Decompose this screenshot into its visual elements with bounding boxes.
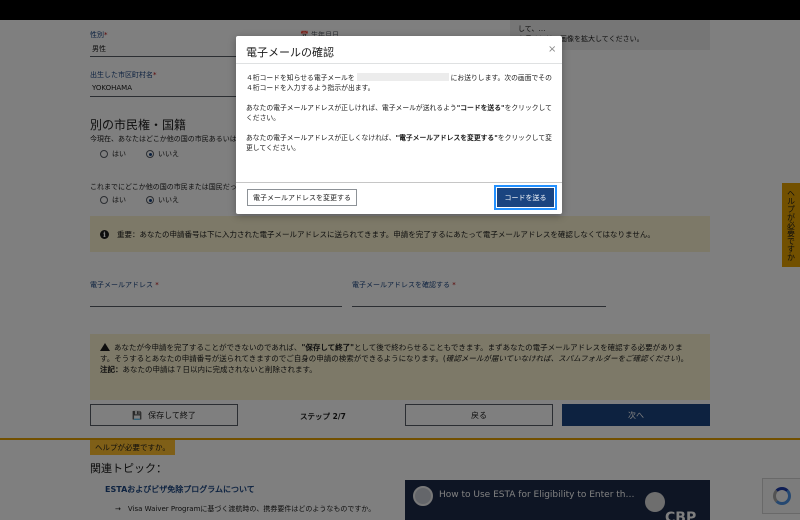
modal-paragraph-3: あなたの電子メールアドレスが正しくなければ、"電子メールアドレスを変更する"をク… xyxy=(246,134,552,152)
modal-header: 電子メールの確認 × xyxy=(236,36,562,64)
change-email-button[interactable]: 電子メールアドレスを変更する xyxy=(247,189,357,206)
modal-paragraph-1: ４桁コードを知らせる電子メールを にお送りします。次の画面でその４桁コードを入力す… xyxy=(246,73,552,92)
modal-body: ４桁コードを知らせる電子メールを にお送りします。次の画面でその４桁コードを入力す… xyxy=(236,65,562,182)
redacted-email xyxy=(356,73,449,81)
send-code-button[interactable]: コードを送る xyxy=(494,185,557,210)
email-confirm-modal: 電子メールの確認 × ４桁コードを知らせる電子メールを にお送りします。次の画面で… xyxy=(236,36,562,214)
close-icon[interactable]: × xyxy=(548,44,556,55)
modal-paragraph-2: あなたの電子メールアドレスが正しければ、電子メールが送れるよう"コードを送る"を… xyxy=(246,104,552,122)
browser-top-bar xyxy=(0,0,800,20)
modal-footer: 電子メールアドレスを変更する コードを送る xyxy=(236,182,562,214)
modal-title: 電子メールの確認 xyxy=(246,46,334,59)
